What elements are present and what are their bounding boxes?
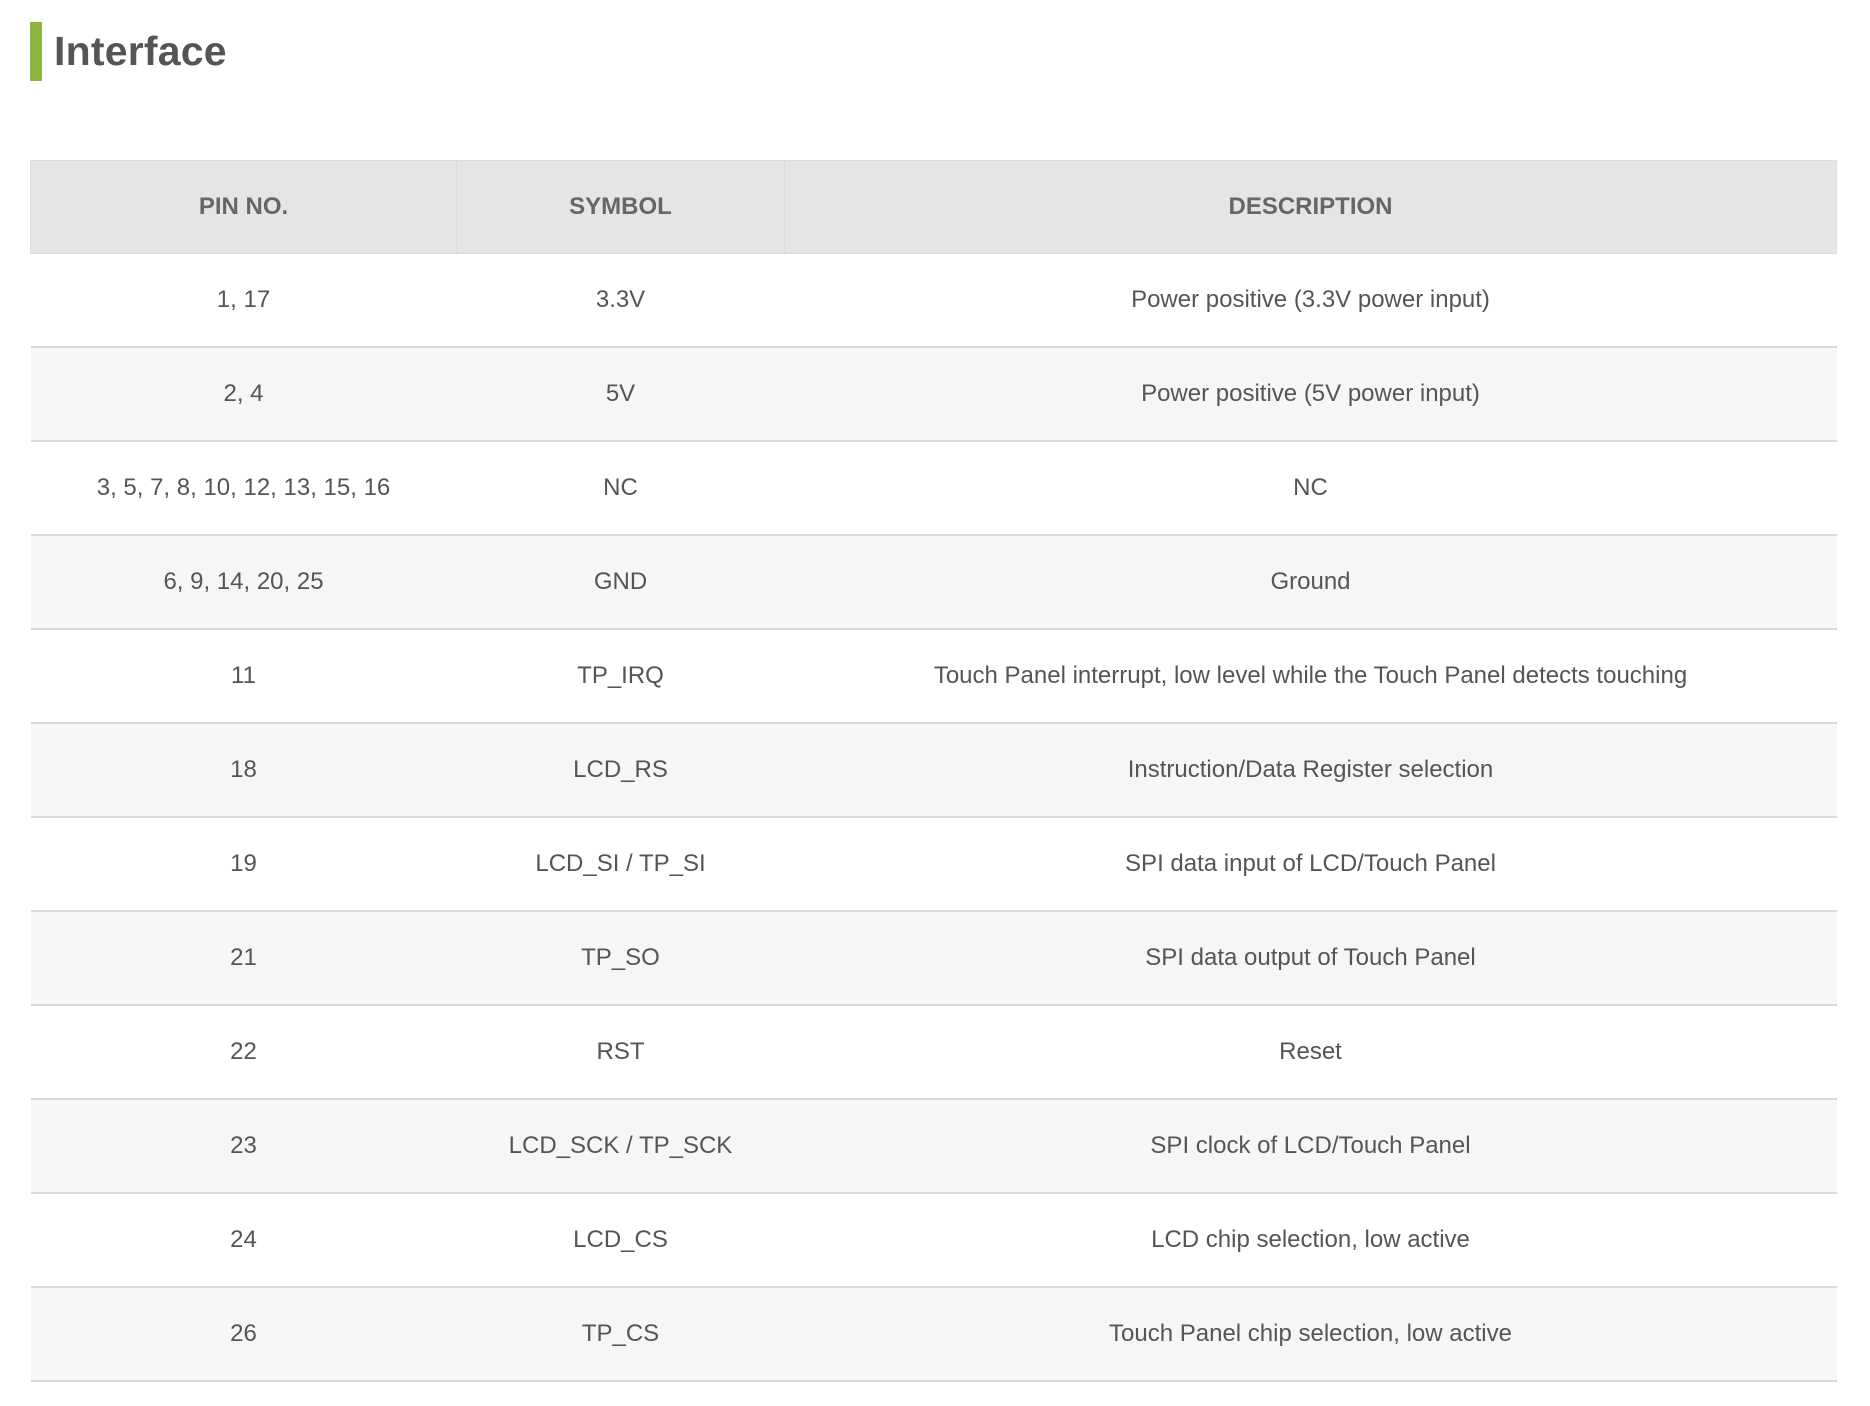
table-row: 26 TP_CS Touch Panel chip selection, low…	[30, 1287, 1837, 1382]
symbol-cell: 5V	[456, 347, 785, 442]
symbol-cell: 3.3V	[456, 253, 785, 348]
description-cell: Touch Panel interrupt, low level while t…	[784, 629, 1837, 724]
table-row: 24 LCD_CS LCD chip selection, low active	[30, 1193, 1837, 1288]
table-row: 1, 17 3.3V Power positive (3.3V power in…	[30, 253, 1837, 348]
description-cell: Ground	[784, 535, 1837, 630]
symbol-cell: LCD_RS	[456, 723, 785, 818]
pin-cell: 21	[30, 911, 457, 1006]
pin-cell: 26	[30, 1287, 457, 1382]
section-heading: Interface	[30, 22, 227, 81]
symbol-cell: LCD_CS	[456, 1193, 785, 1288]
interface-table-container: PIN NO. SYMBOL DESCRIPTION 1, 17 3.3V Po…	[30, 160, 1837, 1382]
description-cell: SPI data output of Touch Panel	[784, 911, 1837, 1006]
description-cell: SPI clock of LCD/Touch Panel	[784, 1099, 1837, 1194]
symbol-cell: NC	[456, 441, 785, 536]
pin-cell: 1, 17	[30, 253, 457, 348]
pin-cell: 3, 5, 7, 8, 10, 12, 13, 15, 16	[30, 441, 457, 536]
page-title: Interface	[54, 28, 227, 74]
header-pin-no: PIN NO.	[30, 160, 457, 254]
description-cell: Power positive (5V power input)	[784, 347, 1837, 442]
symbol-cell: LCD_SCK / TP_SCK	[456, 1099, 785, 1194]
pin-cell: 22	[30, 1005, 457, 1100]
pin-cell: 23	[30, 1099, 457, 1194]
description-cell: SPI data input of LCD/Touch Panel	[784, 817, 1837, 912]
pin-cell: 6, 9, 14, 20, 25	[30, 535, 457, 630]
description-cell: Instruction/Data Register selection	[784, 723, 1837, 818]
table-body: 1, 17 3.3V Power positive (3.3V power in…	[30, 253, 1837, 1382]
description-cell: Power positive (3.3V power input)	[784, 253, 1837, 348]
pin-cell: 24	[30, 1193, 457, 1288]
table-row: 23 LCD_SCK / TP_SCK SPI clock of LCD/Tou…	[30, 1099, 1837, 1194]
pin-cell: 2, 4	[30, 347, 457, 442]
table-row: 22 RST Reset	[30, 1005, 1837, 1100]
pin-cell: 18	[30, 723, 457, 818]
symbol-cell: LCD_SI / TP_SI	[456, 817, 785, 912]
description-cell: NC	[784, 441, 1837, 536]
table-row: 21 TP_SO SPI data output of Touch Panel	[30, 911, 1837, 1006]
symbol-cell: RST	[456, 1005, 785, 1100]
header-description: DESCRIPTION	[784, 160, 1837, 254]
table-row: 2, 4 5V Power positive (5V power input)	[30, 347, 1837, 442]
symbol-cell: TP_CS	[456, 1287, 785, 1382]
table-row: 18 LCD_RS Instruction/Data Register sele…	[30, 723, 1837, 818]
pin-cell: 11	[30, 629, 457, 724]
table-header: PIN NO. SYMBOL DESCRIPTION	[30, 160, 1837, 254]
description-cell: Touch Panel chip selection, low active	[784, 1287, 1837, 1382]
symbol-cell: GND	[456, 535, 785, 630]
table-row: 6, 9, 14, 20, 25 GND Ground	[30, 535, 1837, 630]
header-row: PIN NO. SYMBOL DESCRIPTION	[30, 160, 1837, 254]
table-row: 19 LCD_SI / TP_SI SPI data input of LCD/…	[30, 817, 1837, 912]
header-symbol: SYMBOL	[456, 160, 785, 254]
symbol-cell: TP_IRQ	[456, 629, 785, 724]
description-cell: Reset	[784, 1005, 1837, 1100]
interface-pin-table: PIN NO. SYMBOL DESCRIPTION 1, 17 3.3V Po…	[30, 160, 1837, 1382]
table-row: 3, 5, 7, 8, 10, 12, 13, 15, 16 NC NC	[30, 441, 1837, 536]
pin-cell: 19	[30, 817, 457, 912]
symbol-cell: TP_SO	[456, 911, 785, 1006]
description-cell: LCD chip selection, low active	[784, 1193, 1837, 1288]
heading-accent-bar	[30, 22, 42, 81]
table-row: 11 TP_IRQ Touch Panel interrupt, low lev…	[30, 629, 1837, 724]
